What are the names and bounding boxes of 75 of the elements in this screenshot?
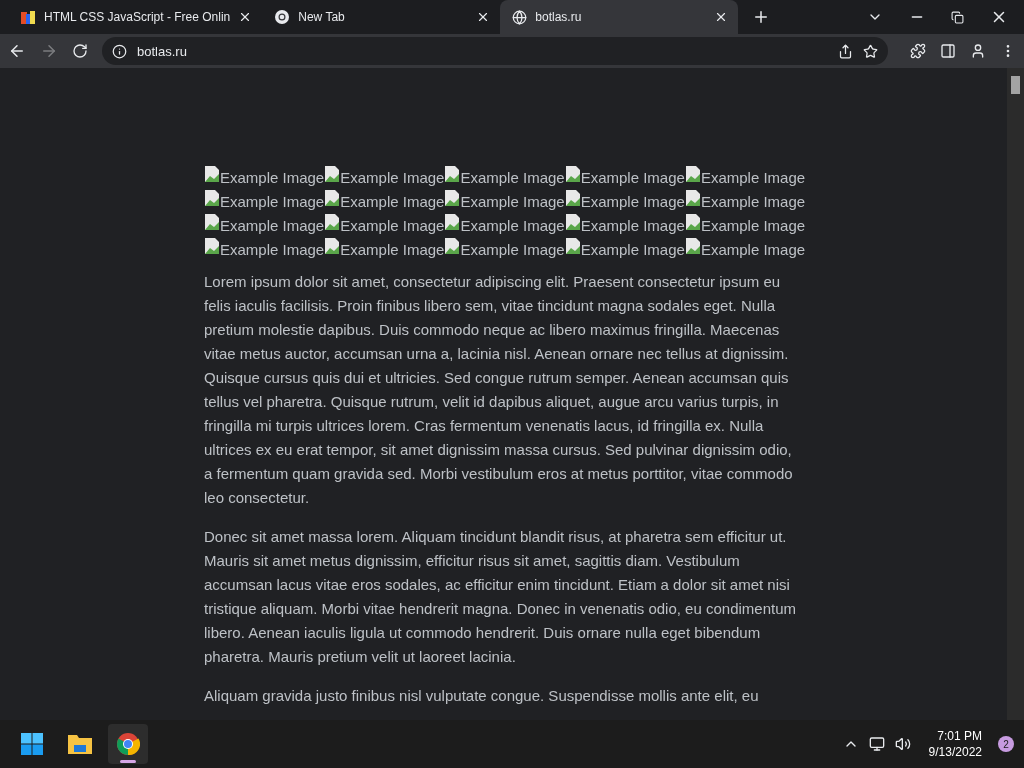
broken-image-icon — [684, 213, 701, 231]
folder-icon[interactable] — [67, 733, 93, 755]
clock[interactable]: 7:01 PM 9/13/2022 — [928, 728, 982, 760]
broken-image-icon — [204, 189, 220, 207]
taskbar-app[interactable] — [108, 724, 148, 764]
time-text: 7:01 PM — [937, 728, 982, 744]
chrome-icon — [274, 9, 291, 25]
image-alt-text: Example Image — [700, 193, 806, 210]
network-icon[interactable] — [868, 736, 885, 752]
broken-image-icon — [204, 237, 220, 255]
broken-image-icon — [564, 189, 581, 207]
image-alt-text: Example Image — [700, 217, 806, 234]
broken-image-icon — [564, 165, 581, 183]
image-alt-text: Example Image — [220, 169, 325, 186]
paragraph: Aliquam gravida justo finibus nisl vulputate congue. Suspendisse mollis ante elit, eu — [204, 686, 760, 706]
image-alt-text: Example Image — [220, 193, 325, 210]
scrollbar[interactable] — [1007, 68, 1024, 720]
info-icon[interactable] — [112, 43, 127, 59]
image-alt-text: Example Image — [580, 193, 685, 210]
share-icon[interactable] — [838, 43, 853, 59]
tab-title: HTML CSS JavaScript - Free Onlin — [44, 10, 231, 24]
broken-image-icon — [444, 237, 461, 255]
tab-title: botlas.ru — [535, 10, 583, 24]
paragraph: Donec sit amet massa lorem. Aliquam tincidunt blandit risus, at pharetra sem efficitur ut. Mauris sit amet metus dignissim, efficitur risus sit amet, sagittis diam. Vestibulum accumsan lacus vitae eros sodales, ac efficitur enim tincidunt. Etiam a dolor sit amet nisi tristique aliquam. Morbi vitae hendrerit magna. Donec in venenatis odio, eu condimentum libero. Aenean iaculis ligula ut commodo hendrerit. Duis ornare nulla eget bibendum pharetra. Mauris pretium velit ut laoreet lacinia. — [204, 527, 797, 667]
broken-image-icon — [684, 237, 701, 255]
image-alt-text: Example Image — [220, 241, 325, 258]
paragraph: Lorem ipsum dolor sit amet, consectetur adipiscing elit. Praesent consectetur ipsum eu felis iaculis facilisis. Proin finibus libero sem, vitae tincidunt magna sodales eget. Nulla pretium molestie dapibus. Duis commodo neque ac libero maximus fringilla. Maecenas vitae metus auctor, accumsan urna a, lacinia nisl. Aenean ornare nec tellus at dignissim. Quisque cursus quis dui et ultricies. Sed congue rutrum semper. Aenean accumsan quis tellus vel pharetra. Quisque rutrum, velit id dapibus aliquet, augue arcu varius turpis, in fringilla mi turpis ultrices lorem. Cras fermentum venenatis lacus, id fringilla ex. Nulla ultrices ex eu erat tempor, sit amet dignissim massa cursus. Sed pulvinar dignissim odio, a fermentum quam gravida sed. Morbi vestibulum eros at metus porttitor, vitae commodo leo consectetur. — [204, 272, 794, 508]
image-alt-text: Example Image — [340, 241, 445, 258]
forward-icon[interactable] — [40, 42, 58, 60]
broken-image-icon — [444, 213, 461, 231]
broken-image-icon — [444, 189, 461, 207]
restore-icon[interactable] — [951, 10, 964, 24]
puzzle-icon[interactable] — [910, 43, 926, 59]
notification-badge[interactable]: 2 — [998, 736, 1014, 752]
broken-image-icon — [324, 165, 341, 183]
broken-image-icon — [564, 237, 581, 255]
broken-image-icon — [684, 189, 701, 207]
image-alt-text: Example Image — [700, 169, 806, 186]
broken-image-icon — [204, 165, 220, 183]
back-icon[interactable] — [8, 42, 26, 60]
broken-image-icon — [324, 213, 341, 231]
image-alt-text: Example Image — [580, 217, 685, 234]
broken-image-icon — [204, 213, 220, 231]
image-alt-text: Example Image — [460, 193, 565, 210]
broken-image-icon — [564, 213, 581, 231]
image-alt-text: Example Image — [340, 169, 445, 186]
star-icon[interactable] — [863, 43, 878, 59]
browser-tab[interactable]: New Tab — [262, 0, 501, 34]
image-alt-text: Example Image — [460, 217, 565, 234]
address-bar[interactable]: botlas.ru — [102, 37, 888, 65]
side-panel-icon[interactable] — [940, 43, 956, 59]
volume-icon[interactable] — [894, 736, 911, 752]
image-alt-text: Example Image — [580, 241, 685, 258]
browser-tab[interactable]: HTML CSS JavaScript - Free Onlin — [8, 0, 263, 34]
image-alt-text: Example Image — [340, 217, 445, 234]
url-text: botlas.ru — [137, 43, 188, 59]
image-alt-text: Example Image — [700, 241, 806, 258]
image-alt-text: Example Image — [220, 217, 325, 234]
profile-icon[interactable] — [970, 43, 986, 59]
date-text: 9/13/2022 — [928, 744, 982, 760]
reload-icon[interactable] — [72, 43, 88, 59]
browser-tab[interactable]: botlas.ru — [500, 0, 739, 34]
image-alt-text: Example Image — [340, 193, 445, 210]
tab-title: New Tab — [298, 10, 346, 24]
image-alt-text: Example Image — [460, 241, 565, 258]
image-alt-text: Example Image — [580, 169, 685, 186]
broken-image-icon — [444, 165, 461, 183]
broken-image-icon — [324, 237, 341, 255]
image-alt-text: Example Image — [460, 169, 565, 186]
chrome-icon[interactable] — [116, 732, 140, 756]
windows-start-icon[interactable] — [20, 732, 44, 756]
html-logo-icon — [20, 9, 36, 25]
broken-image-icon — [684, 165, 701, 183]
globe-icon — [512, 9, 528, 25]
broken-image-icon — [324, 189, 341, 207]
